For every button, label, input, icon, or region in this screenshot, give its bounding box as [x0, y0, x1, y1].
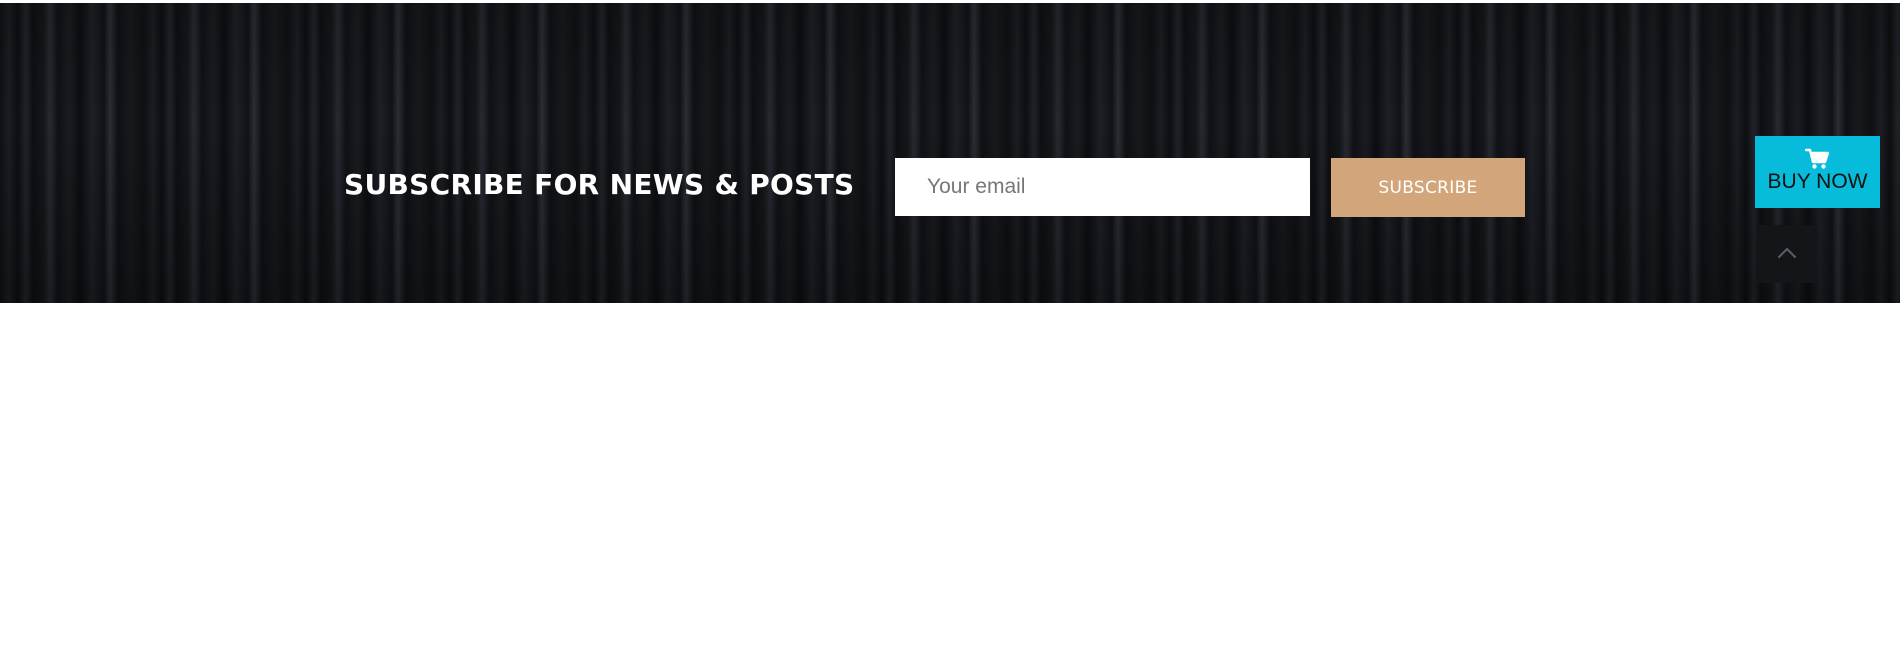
- chevron-up-icon: [1778, 248, 1796, 258]
- cart-icon: [1805, 148, 1829, 169]
- scroll-to-top-button[interactable]: [1758, 225, 1816, 283]
- buy-now-button[interactable]: BUY NOW: [1755, 136, 1880, 208]
- subscribe-title: SUBSCRIBE FOR NEWS & POSTS: [344, 168, 855, 201]
- subscribe-section: SUBSCRIBE FOR NEWS & POSTS SUBSCRIBE: [0, 3, 1900, 303]
- subscribe-button[interactable]: SUBSCRIBE: [1331, 158, 1525, 217]
- email-input[interactable]: [895, 158, 1310, 216]
- buy-now-label: BUY NOW: [1767, 170, 1868, 193]
